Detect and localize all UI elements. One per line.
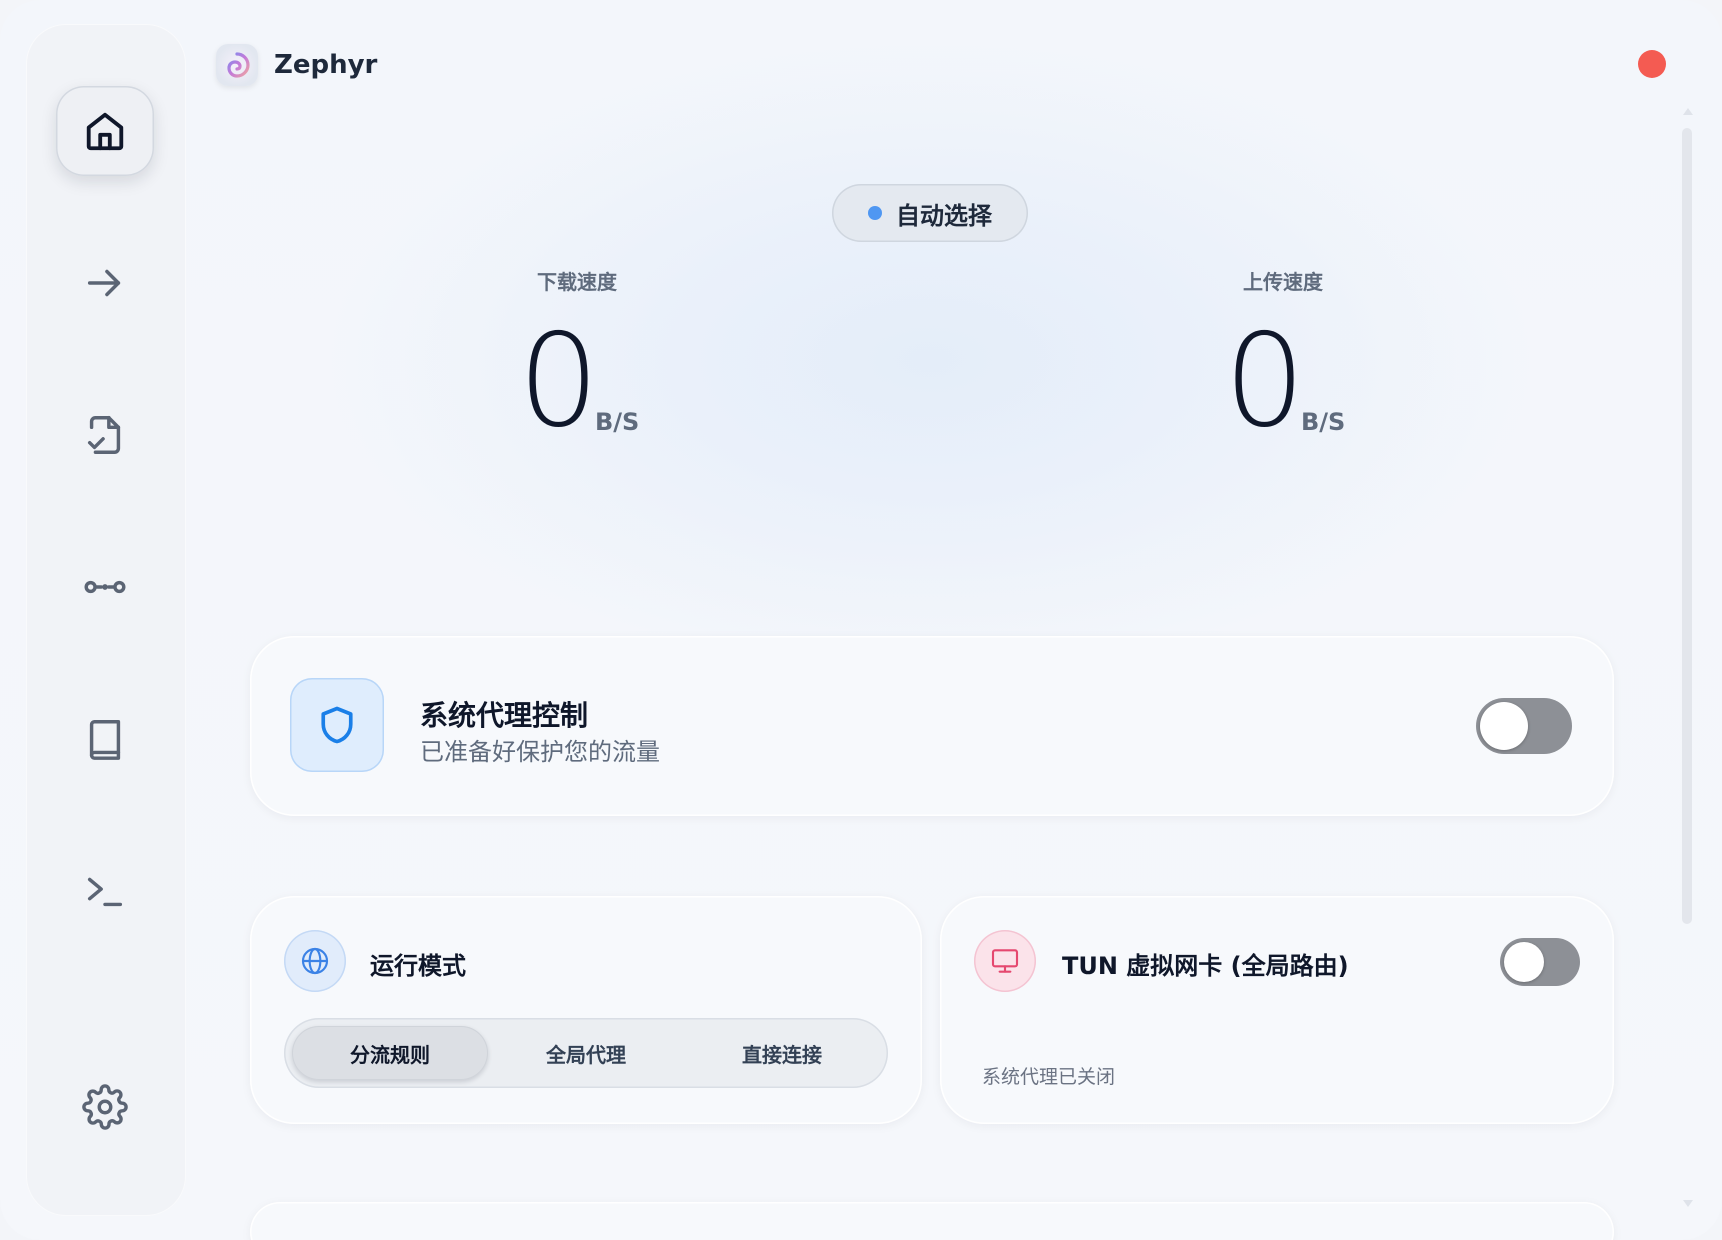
toggle-knob xyxy=(1480,702,1528,750)
scroll-down-arrow[interactable] xyxy=(1683,1200,1693,1207)
download-speed-title: 下载速度 xyxy=(537,270,617,294)
monitor-icon-box xyxy=(974,930,1036,992)
app-logo xyxy=(216,44,258,86)
run-mode-option-global[interactable]: 全局代理 xyxy=(488,1026,684,1080)
app-window: Zephyr 自动选择 下载速度 0 B/S 上传速度 0 B/S 系统代理控制… xyxy=(0,0,1722,1240)
sidebar-item-logs[interactable] xyxy=(56,846,154,936)
toggle-knob xyxy=(1504,942,1544,982)
run-mode-segmented-control: 分流规则 全局代理 直接连接 xyxy=(284,1018,888,1088)
sidebar-item-proxies[interactable] xyxy=(56,238,154,328)
upload-speed-title: 上传速度 xyxy=(1243,270,1323,294)
sidebar-item-settings[interactable] xyxy=(56,1062,154,1152)
gear-icon xyxy=(82,1084,128,1130)
brand: Zephyr xyxy=(216,44,377,86)
system-proxy-card: 系统代理控制 已准备好保护您的流量 xyxy=(250,636,1614,816)
run-mode-option-rule[interactable]: 分流规则 xyxy=(292,1026,488,1080)
system-proxy-subtitle: 已准备好保护您的流量 xyxy=(420,738,660,766)
monitor-icon xyxy=(991,949,1019,973)
terminal-icon xyxy=(87,877,123,907)
upload-speed-value: 0 xyxy=(1224,307,1306,456)
arrow-right-icon xyxy=(87,269,121,297)
node-selector-button[interactable]: 自动选择 xyxy=(832,184,1028,242)
status-dot xyxy=(868,206,882,220)
sidebar-item-connections[interactable] xyxy=(56,542,154,632)
close-button[interactable] xyxy=(1638,50,1666,78)
scrollbar-thumb[interactable] xyxy=(1682,128,1692,924)
sidebar-item-profiles[interactable] xyxy=(56,390,154,480)
tun-status-text: 系统代理已关闭 xyxy=(982,1066,1116,1088)
shield-icon xyxy=(321,706,353,744)
file-check-icon xyxy=(87,416,121,454)
tun-toggle[interactable] xyxy=(1500,938,1580,986)
book-icon xyxy=(89,720,121,760)
scroll-up-arrow[interactable] xyxy=(1683,108,1693,115)
home-icon xyxy=(86,112,124,151)
upload-speed-unit: B/S xyxy=(1301,408,1346,436)
connection-icon xyxy=(84,580,126,594)
swirl-logo-icon xyxy=(227,52,250,78)
sidebar-item-rules[interactable] xyxy=(56,694,154,784)
node-selector-label: 自动选择 xyxy=(896,201,992,230)
run-mode-option-direct[interactable]: 直接连接 xyxy=(684,1026,880,1080)
next-card-partial xyxy=(250,1202,1614,1240)
system-proxy-toggle[interactable] xyxy=(1476,698,1572,754)
sidebar-item-home[interactable] xyxy=(56,86,154,176)
globe-icon-box xyxy=(284,930,346,992)
shield-icon-box xyxy=(290,678,384,772)
tun-card: TUN 虚拟网卡 (全局路由) 系统代理已关闭 xyxy=(940,896,1614,1124)
system-proxy-title: 系统代理控制 xyxy=(420,699,589,732)
download-speed-unit: B/S xyxy=(595,408,640,436)
sidebar xyxy=(26,24,186,1216)
app-name: Zephyr xyxy=(274,50,378,80)
globe-icon xyxy=(301,947,329,975)
download-speed-value: 0 xyxy=(518,307,600,456)
run-mode-title: 运行模式 xyxy=(370,952,466,980)
tun-title: TUN 虚拟网卡 (全局路由) xyxy=(1062,952,1349,980)
run-mode-card: 运行模式 分流规则 全局代理 直接连接 xyxy=(250,896,922,1124)
